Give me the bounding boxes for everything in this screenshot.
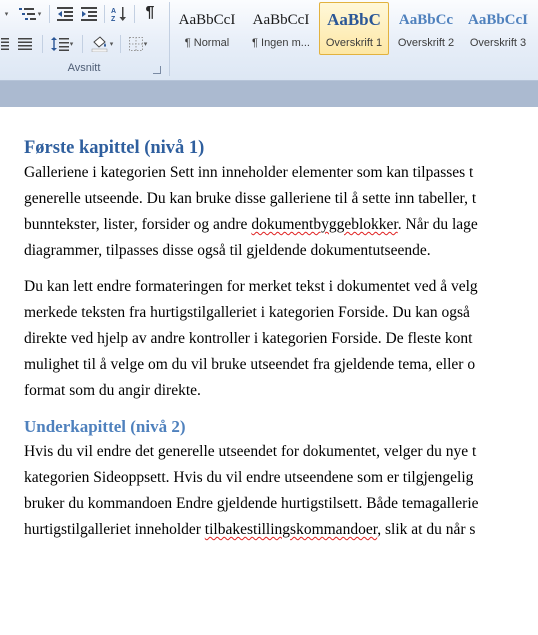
- increase-indent-icon[interactable]: [78, 3, 100, 25]
- ribbon: ▾ ▾ AZ ¶ ▾ ▾ ▾ Avsnitt AaBbCcI ¶ Normal Aa…: [0, 0, 538, 81]
- style-name: Overskrift 2: [397, 37, 455, 49]
- text-line: direkte ved hjelp av andre kontroller i …: [24, 330, 473, 347]
- document-body[interactable]: Første kapittel (nivå 1) Galleriene i ka…: [24, 136, 538, 543]
- paragraph-1[interactable]: Galleriene i kategorien Sett inn innehol…: [24, 160, 538, 264]
- text-run: . Når du lage: [397, 216, 478, 233]
- line-spacing-icon[interactable]: ▾: [48, 33, 76, 55]
- heading-level-2[interactable]: Underkapittel (nivå 2): [24, 415, 538, 439]
- style-overskrift-2[interactable]: AaBbCc Overskrift 2: [391, 2, 461, 55]
- paragraph-3[interactable]: Hvis du vil endre det generelle utseende…: [24, 439, 538, 543]
- multilevel-list-icon[interactable]: ▾: [16, 3, 44, 25]
- show-formatting-marks-icon[interactable]: ¶: [139, 2, 161, 24]
- style-ingen-m[interactable]: AaBbCcI ¶ Ingen m...: [246, 2, 316, 55]
- borders-icon[interactable]: ▾: [124, 33, 152, 55]
- text-run: bunntekster, lister, forsider og andre: [24, 216, 252, 233]
- paragraph-group-label: Avsnitt: [67, 62, 101, 74]
- svg-text:A: A: [111, 8, 116, 15]
- style-sample: AaBbCc: [398, 12, 454, 28]
- text-run: hurtigstilgalleriet inneholder: [24, 521, 205, 538]
- spellcheck-flagged-word: dokumentbyggeblokker: [251, 216, 398, 233]
- style-overskrift-3[interactable]: AaBbCcI Overskrift 3: [463, 2, 533, 55]
- text-line: Hvis du vil endre det generelle utseende…: [24, 443, 477, 460]
- document-area-background: [0, 81, 538, 107]
- style-name: Overskrift 1: [325, 37, 383, 49]
- spellcheck-flagged-word: tilbakestillingskommandoer: [204, 521, 378, 538]
- decrease-indent-icon[interactable]: [54, 3, 76, 25]
- style-sample: AaBbCcI: [252, 12, 310, 28]
- svg-text:Z: Z: [111, 16, 116, 22]
- style-sample: AaBbC: [327, 10, 381, 29]
- style-overskrift-1[interactable]: AaBbC Overskrift 1: [319, 2, 389, 55]
- justify-icon[interactable]: [0, 33, 10, 55]
- text-line: merkede teksten fra hurtigstilgalleriet …: [24, 304, 470, 321]
- bullets-dropdown-arrow[interactable]: ▾: [0, 3, 12, 25]
- style-name: Overskrift 3: [469, 37, 527, 49]
- text-line: generelle utseende. Du kan bruke disse g…: [24, 190, 477, 207]
- heading-level-1[interactable]: Første kapittel (nivå 1): [24, 136, 538, 160]
- style-normal[interactable]: AaBbCcI ¶ Normal: [172, 2, 242, 55]
- style-sample: AaBbCcI: [178, 12, 236, 28]
- text-line: Galleriene i kategorien Sett inn innehol…: [24, 164, 474, 181]
- text-line: bunntekster, lister, forsider og andre d…: [24, 212, 538, 238]
- text-line: Du kan lett endre formateringen for merk…: [24, 278, 478, 295]
- style-name: ¶ Ingen m...: [252, 37, 310, 49]
- text-run: , slik at du når s: [377, 521, 476, 538]
- text-line: kategorien Sideoppsett. Hvis du vil endr…: [24, 469, 474, 486]
- sort-icon[interactable]: AZ: [108, 3, 130, 25]
- text-line: diagrammer, tilpasses disse også til gje…: [24, 242, 431, 259]
- text-line: format som du angir direkte.: [24, 382, 201, 399]
- text-line: hurtigstilgalleriet inneholder tilbakest…: [24, 517, 538, 543]
- style-name: ¶ Normal: [184, 37, 230, 49]
- paragraph-dialog-launcher-icon[interactable]: [153, 66, 161, 74]
- shading-bucket-icon[interactable]: ▾: [88, 33, 116, 55]
- paragraph-2[interactable]: Du kan lett endre formateringen for merk…: [24, 274, 538, 404]
- text-line: mulighet til å velge om du vil bruke uts…: [24, 356, 476, 373]
- text-line: bruker du kommandoen Endre gjeldende hur…: [24, 495, 479, 512]
- distributed-align-icon[interactable]: [14, 33, 36, 55]
- style-sample: AaBbCcI: [467, 12, 528, 28]
